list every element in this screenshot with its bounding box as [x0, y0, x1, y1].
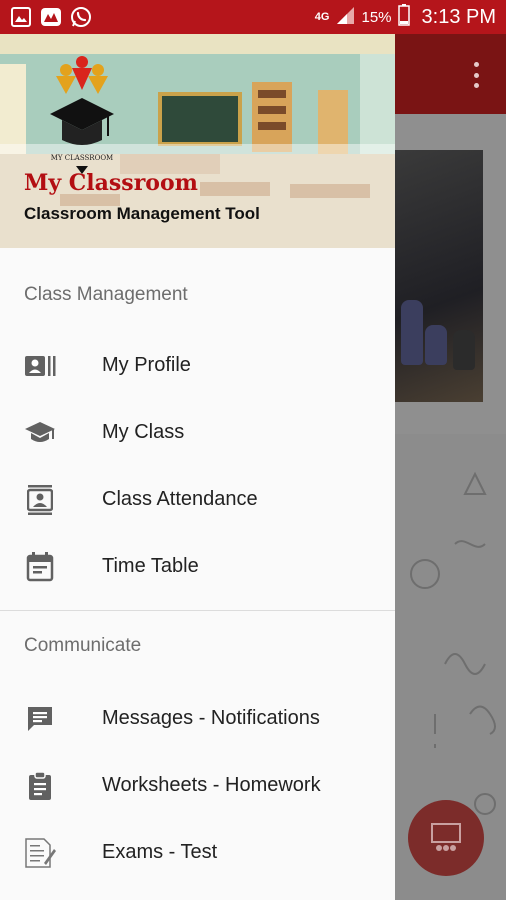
menu-label: Class Attendance	[102, 488, 258, 510]
network-type: 4G	[314, 11, 330, 23]
background-app-bar	[395, 34, 506, 114]
app-notification-icon	[40, 6, 62, 28]
gallery-icon	[10, 6, 32, 28]
profile-card-icon	[24, 350, 56, 382]
signal-icon	[335, 5, 355, 29]
menu-label: My Profile	[102, 354, 191, 376]
drawer-header: MY CLASSROOM My Classroom Classroom Mana…	[0, 34, 395, 248]
exam-paper-icon	[24, 837, 56, 869]
graduation-cap-icon	[24, 417, 56, 449]
logo-text: MY CLASSROOM	[51, 154, 113, 162]
app-title: My Classroom	[24, 170, 198, 196]
message-icon	[24, 703, 56, 735]
attendance-badge-icon	[24, 484, 56, 516]
menu-item-my-class[interactable]: My Class	[0, 399, 395, 466]
section-title-class-management: Class Management	[24, 284, 188, 305]
menu-label: Messages - Notifications	[102, 707, 320, 729]
menu-item-worksheets-homework[interactable]: Worksheets - Homework	[0, 752, 395, 819]
navigation-drawer: MY CLASSROOM My Classroom Classroom Mana…	[0, 34, 395, 900]
section-title-communicate: Communicate	[0, 611, 395, 685]
background-photo	[395, 150, 483, 402]
classroom-board-icon	[431, 823, 461, 851]
classroom-fab-button[interactable]	[408, 800, 484, 876]
clipboard-icon	[24, 770, 56, 802]
menu-item-messages-notifications[interactable]: Messages - Notifications	[0, 685, 395, 752]
menu-label: Worksheets - Homework	[102, 774, 321, 796]
menu-item-exams-test[interactable]: Exams - Test	[0, 819, 395, 886]
clock: 3:13 PM	[421, 5, 496, 28]
menu-item-class-attendance[interactable]: Class Attendance	[0, 466, 395, 533]
app-logo: MY CLASSROOM	[46, 54, 118, 176]
menu-label: My Class	[102, 421, 185, 443]
battery-icon	[397, 4, 410, 30]
section-title-label: Communicate	[24, 635, 142, 656]
menu-label: Exams - Test	[102, 841, 218, 863]
background-app	[395, 34, 506, 900]
status-bar: 4G 15% 3:13 PM	[0, 0, 506, 34]
menu-item-my-profile[interactable]: My Profile	[0, 332, 395, 399]
app-subtitle: Classroom Management Tool	[24, 204, 260, 223]
more-options-icon[interactable]	[474, 62, 480, 88]
battery-percent: 15%	[361, 8, 392, 26]
menu-item-time-table[interactable]: Time Table	[0, 533, 395, 600]
calendar-icon	[24, 551, 56, 583]
menu-label: Time Table	[102, 555, 199, 577]
whatsapp-icon	[70, 6, 92, 28]
